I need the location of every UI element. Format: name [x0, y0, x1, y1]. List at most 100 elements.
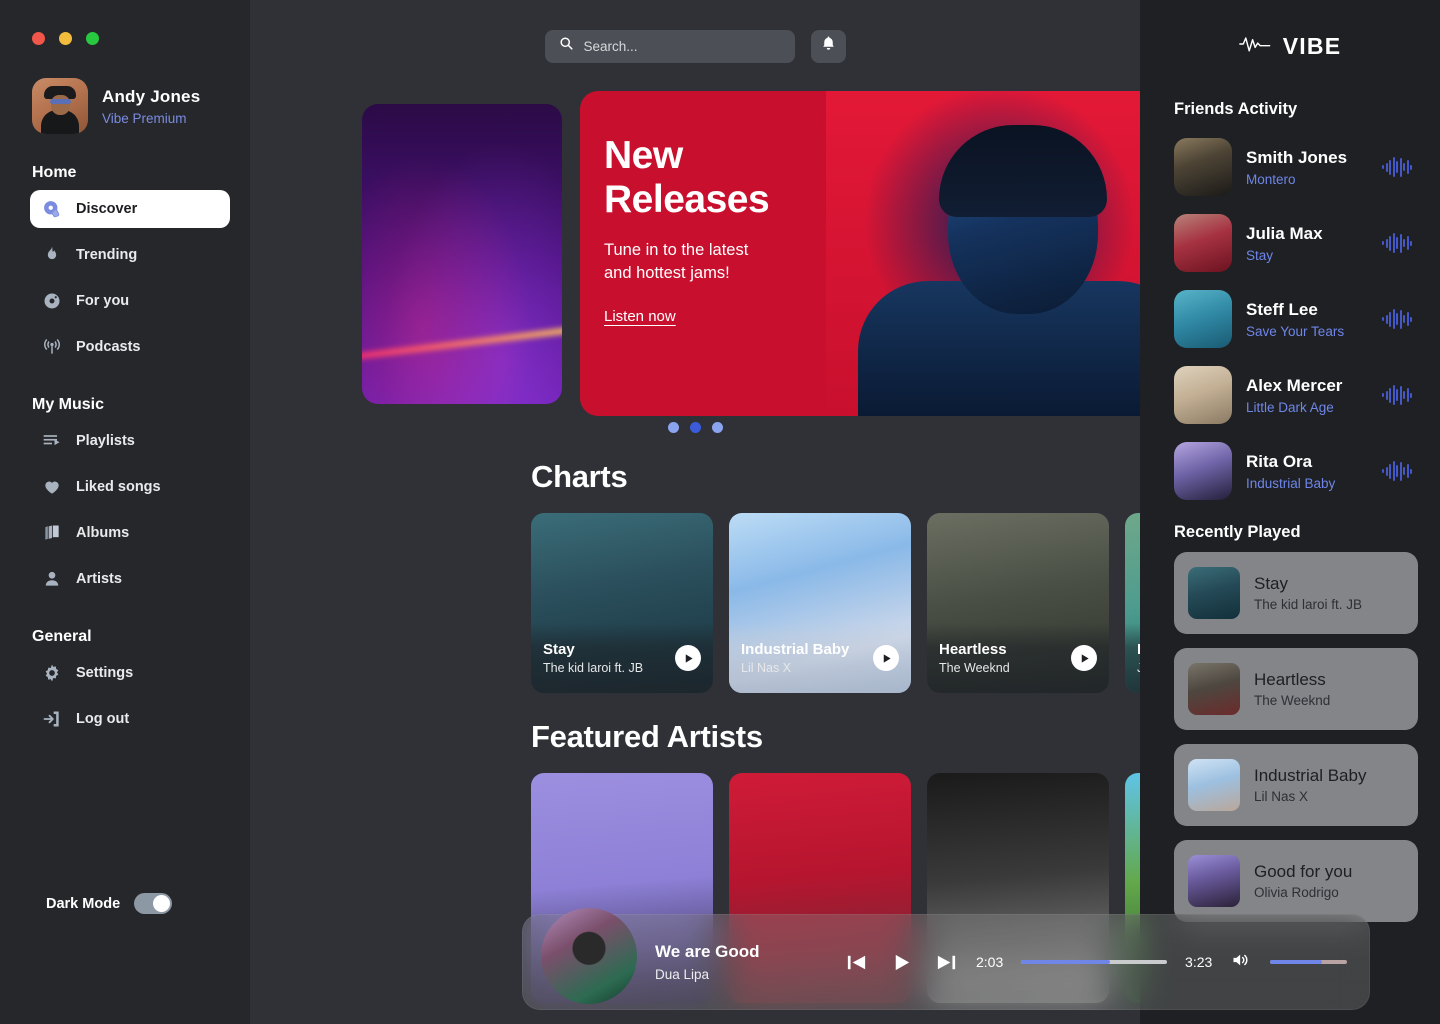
volume-icon[interactable]: [1230, 950, 1252, 975]
friend-song: Little Dark Age: [1246, 399, 1334, 415]
current-time: 2:03: [976, 954, 1004, 970]
sidebar-item-for-you[interactable]: For you: [30, 282, 230, 320]
sidebar-item-label: Playlists: [76, 433, 135, 449]
disc-icon: [42, 291, 62, 311]
friend-name: Rita Ora: [1246, 451, 1313, 471]
waveform-icon: [1382, 308, 1418, 330]
waveform-icon: [1382, 232, 1418, 254]
seek-bar[interactable]: [1021, 960, 1168, 964]
play-button[interactable]: [675, 645, 701, 671]
play-button[interactable]: [873, 645, 899, 671]
friend-activity-item[interactable]: Smith Jones Montero: [1162, 129, 1418, 205]
recent-artist: The kid laroi ft. JB: [1254, 597, 1363, 612]
recent-title: Stay: [1254, 574, 1289, 593]
albums-icon: [42, 523, 62, 543]
recent-title: Industrial Baby: [1254, 766, 1367, 785]
chart-card-title: Stay: [543, 641, 575, 658]
sidebar-item-albums[interactable]: Albums: [30, 514, 230, 552]
next-track-button[interactable]: [935, 951, 958, 974]
friend-song: Montero: [1246, 171, 1296, 187]
sidebar-item-label: Settings: [76, 665, 134, 681]
right-panel: VIBE Friends Activity Smith Jones Monter…: [1140, 0, 1440, 1024]
sidebar-item-artists[interactable]: Artists: [30, 560, 230, 598]
recently-played-item[interactable]: Good for you Olivia Rodrigo: [1174, 840, 1418, 922]
sidebar-item-liked-songs[interactable]: Liked songs: [30, 468, 230, 506]
friend-activity-item[interactable]: Julia Max Stay: [1162, 205, 1418, 281]
recent-artist: Olivia Rodrigo: [1254, 885, 1339, 900]
sidebar-group-title-home: Home: [32, 164, 77, 181]
hero-slide-active[interactable]: New Releases Tune in to the latest and h…: [580, 91, 1220, 416]
flame-icon: [42, 245, 62, 265]
sidebar-item-settings[interactable]: Settings: [30, 654, 230, 692]
friend-activity-item[interactable]: Alex Mercer Little Dark Age: [1162, 357, 1418, 433]
friend-name: Julia Max: [1246, 223, 1323, 243]
search-input[interactable]: [583, 38, 781, 54]
maximize-window-button[interactable]: [86, 32, 99, 45]
friends-activity-title: Friends Activity: [1174, 100, 1298, 118]
recent-artist: The Weeknd: [1254, 693, 1331, 708]
play-icon: [883, 653, 891, 663]
play-button[interactable]: [1071, 645, 1097, 671]
sidebar: Andy Jones Vibe Premium Home Discover Tr…: [0, 0, 250, 1024]
play-button[interactable]: [890, 951, 913, 974]
sidebar-item-label: For you: [76, 293, 130, 309]
recently-played-item[interactable]: Stay The kid laroi ft. JB: [1174, 552, 1418, 634]
broadcast-icon: [42, 337, 62, 357]
volume-slider[interactable]: [1270, 960, 1347, 964]
chart-card-title: Industrial Baby: [741, 641, 850, 658]
user-profile[interactable]: Andy Jones Vibe Premium: [0, 45, 250, 134]
sidebar-item-label: Podcasts: [76, 339, 141, 355]
heart-icon: [42, 477, 62, 497]
search-icon: [559, 36, 574, 56]
waveform-icon: [1382, 384, 1418, 406]
profile-plan: Vibe Premium: [102, 110, 187, 126]
logout-icon: [42, 709, 62, 729]
window-controls: [0, 0, 250, 45]
hero-subtitle: Tune in to the latest and hottest jams!: [604, 241, 749, 282]
avatar: [1174, 214, 1232, 272]
sidebar-group-title-general: General: [32, 628, 92, 645]
recent-title: Good for you: [1254, 862, 1353, 881]
dark-mode-toggle[interactable]: [134, 893, 173, 914]
notifications-button[interactable]: [810, 29, 846, 63]
carousel-dot-2[interactable]: [689, 422, 701, 433]
sidebar-item-playlists[interactable]: Playlists: [30, 422, 230, 460]
previous-track-button[interactable]: [845, 951, 868, 974]
now-playing-artist: Dua Lipa: [655, 967, 710, 982]
recently-played-item[interactable]: Heartless The Weeknd: [1174, 648, 1418, 730]
chart-card[interactable]: Industrial Baby Lil Nas X: [729, 513, 911, 693]
minimize-window-button[interactable]: [59, 32, 72, 45]
sidebar-item-discover[interactable]: Discover: [30, 190, 230, 228]
chart-card[interactable]: Heartless The Weeknd: [927, 513, 1109, 693]
close-window-button[interactable]: [32, 32, 45, 45]
dark-mode-row: Dark Mode: [0, 893, 250, 914]
sidebar-item-log-out[interactable]: Log out: [30, 700, 230, 738]
play-icon: [1081, 653, 1089, 663]
dark-mode-label: Dark Mode: [46, 895, 121, 912]
friend-song: Save Your Tears: [1246, 323, 1345, 339]
sidebar-item-label: Albums: [76, 525, 130, 541]
sidebar-item-podcasts[interactable]: Podcasts: [30, 328, 230, 366]
album-art: [1188, 759, 1240, 811]
album-art: [1188, 663, 1240, 715]
recently-played-item[interactable]: Industrial Baby Lil Nas X: [1174, 744, 1418, 826]
friend-activity-item[interactable]: Steff Lee Save Your Tears: [1162, 281, 1418, 357]
friend-activity-item[interactable]: Rita Ora Industrial Baby: [1162, 433, 1418, 509]
carousel-dot-1[interactable]: [667, 422, 679, 433]
listen-now-link[interactable]: Listen now: [604, 308, 676, 325]
chart-card[interactable]: Stay The kid laroi ft. JB: [531, 513, 713, 693]
album-art: [1188, 855, 1240, 907]
hero-title-line1: New: [604, 134, 683, 177]
recently-played-title: Recently Played: [1174, 523, 1301, 541]
search-box[interactable]: [544, 29, 795, 63]
playlist-icon: [42, 431, 62, 451]
friend-song: Industrial Baby: [1246, 475, 1336, 491]
avatar: [1174, 290, 1232, 348]
waveform-logo-icon: [1238, 34, 1273, 59]
now-playing-meta: We are Good Dua Lipa: [655, 942, 827, 982]
carousel-dot-3[interactable]: [711, 422, 723, 433]
waveform-icon: [1382, 460, 1418, 482]
chart-card-title: Heartless: [939, 641, 1007, 658]
hero-slide-previous[interactable]: [362, 103, 562, 404]
sidebar-item-trending[interactable]: Trending: [30, 236, 230, 274]
